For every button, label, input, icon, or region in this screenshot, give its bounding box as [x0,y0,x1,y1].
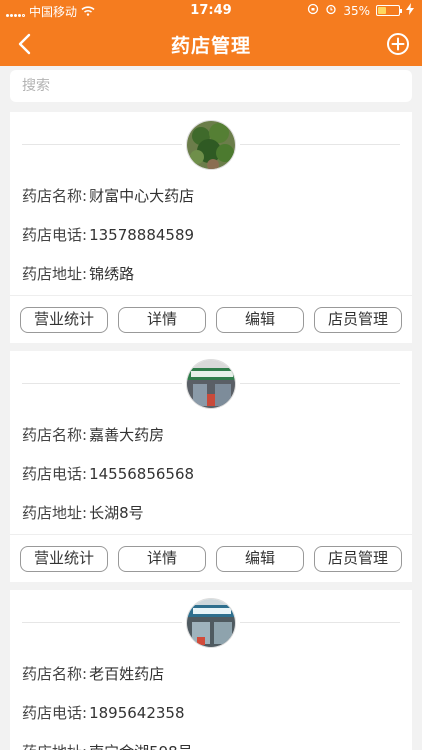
store-name-row: 药店名称: 嘉善大药房 [10,415,412,454]
store-address-row: 药店地址: 长湖8号 [10,493,412,532]
store-phone-row: 药店电话: 1895642358 [10,693,412,732]
page-title: 药店管理 [170,35,251,57]
alarm-icon [325,3,337,18]
store-name-label: 药店名称: [22,426,88,444]
detail-button[interactable]: 详情 [118,306,206,333]
stats-button[interactable]: 营业统计 [20,306,108,333]
edit-button[interactable]: 编辑 [216,545,304,572]
store-name-row: 药店名称: 财富中心大药店 [10,176,412,215]
staff-button[interactable]: 店员管理 [314,545,402,572]
store-address: 长湖8号 [89,504,144,522]
store-address-label: 药店地址: [22,741,87,750]
store-address-row: 药店地址: 南宁金湖598号 [10,732,412,750]
store-phone-row: 药店电话: 13578884589 [10,215,412,254]
store-phone: 14556856568 [89,464,195,483]
store-phone-label: 药店电话: [22,704,88,722]
store-avatar[interactable] [186,120,236,170]
plus-circle-icon [387,33,409,55]
staff-button[interactable]: 店员管理 [314,306,402,333]
edit-button[interactable]: 编辑 [216,306,304,333]
charging-icon [406,3,414,18]
stats-button[interactable]: 营业统计 [20,545,108,572]
battery-percent: 35% [343,3,370,18]
store-name-label: 药店名称: [22,665,88,683]
store-name-row: 药店名称: 老百姓药店 [10,654,412,693]
store-card: 药店名称: 嘉善大药房 药店电话: 14556856568 药店地址: 长湖8号… [10,351,412,582]
store-address: 锦绣路 [89,265,135,283]
store-name: 财富中心大药店 [89,187,195,205]
store-phone: 13578884589 [89,225,195,244]
detail-button[interactable]: 详情 [118,545,206,572]
store-name: 嘉善大药房 [89,426,165,444]
store-phone: 1895642358 [89,703,185,722]
store-actions: 营业统计 详情 编辑 店员管理 [10,534,412,582]
nav-bar: 药店管理 [0,22,422,66]
store-avatar[interactable] [186,598,236,648]
store-address-row: 药店地址: 锦绣路 [10,254,412,293]
store-address: 南宁金湖598号 [89,741,193,750]
store-phone-row: 药店电话: 14556856568 [10,454,412,493]
search-bar: 搜索 [0,66,422,106]
status-bar: 中国移动 17:49 35% [0,0,422,22]
store-card: 药店名称: 财富中心大药店 药店电话: 13578884589 药店地址: 锦绣… [10,112,412,343]
battery-icon [376,5,402,16]
rotation-lock-icon [307,3,319,18]
store-card: 药店名称: 老百姓药店 药店电话: 1895642358 药店地址: 南宁金湖5… [10,590,412,750]
store-name: 老百姓药店 [89,665,165,683]
store-address-label: 药店地址: [22,504,88,522]
store-phone-label: 药店电话: [22,226,88,244]
store-address-label: 药店地址: [22,265,88,283]
add-store-button[interactable] [386,32,410,56]
store-actions: 营业统计 详情 编辑 店员管理 [10,295,412,343]
search-input[interactable]: 搜索 [10,70,412,102]
store-avatar[interactable] [186,359,236,409]
store-name-label: 药店名称: [22,187,88,205]
store-phone-label: 药店电话: [22,465,88,483]
